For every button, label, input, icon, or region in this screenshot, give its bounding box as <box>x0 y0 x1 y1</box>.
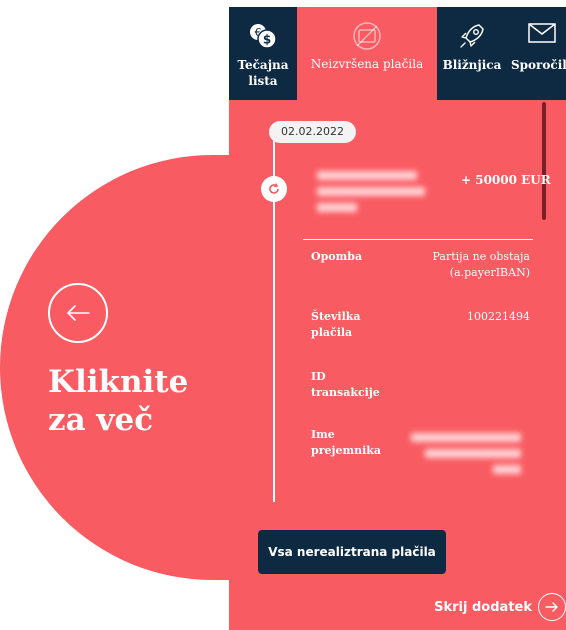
arrow-right-icon <box>538 593 566 621</box>
callout-text[interactable]: Kliknite za več <box>48 363 188 439</box>
date-badge: 02.02.2022 <box>269 121 356 143</box>
tab-label: Neizvršena plačila <box>310 57 424 71</box>
callout-panel[interactable]: Kliknite za več <box>0 155 230 580</box>
field-label-payment-number: Številka plačila <box>311 310 361 339</box>
widget-panel: € $ Tečajna lista Neizvršena plačila Bli… <box>229 7 566 630</box>
arrow-left-icon[interactable] <box>48 283 108 343</box>
transaction-amount: + 50000 EUR <box>461 173 551 187</box>
no-payment-icon <box>351 21 383 54</box>
tab-bar: € $ Tečajna lista Neizvršena plačila Bli… <box>229 7 566 100</box>
field-label-recipient-name: Ime prejemnika <box>311 428 382 457</box>
recipient-name-redacted <box>411 433 521 481</box>
currency-exchange-icon: € $ <box>247 21 279 54</box>
field-value-payment-number: 100221494 <box>467 310 530 323</box>
scrollbar[interactable] <box>542 102 546 220</box>
tab-messages[interactable]: Sporočila <box>507 7 566 100</box>
envelope-icon <box>527 21 557 48</box>
field-label-note: Opomba <box>311 250 363 263</box>
tab-label: Tečajna lista <box>237 58 289 88</box>
tab-exchange-rates[interactable]: € $ Tečajna lista <box>229 7 297 100</box>
all-unrealized-payments-button[interactable]: Vsa nerealiztrana plačila <box>258 530 446 574</box>
field-value-note: Partija ne obstaja (a.payerIBAN) <box>432 250 530 279</box>
tab-label: Sporočila <box>511 58 566 72</box>
rocket-icon <box>457 21 487 54</box>
tab-shortcut[interactable]: Bližnjica <box>437 7 507 100</box>
refresh-icon <box>261 176 287 202</box>
payer-details-redacted <box>317 171 427 219</box>
tab-unexecuted-payments[interactable]: Neizvršena plačila <box>297 7 437 100</box>
field-label-transaction-id: ID transakcije <box>311 370 380 399</box>
hide-addon-button[interactable]: Skrij dodatek <box>434 592 566 622</box>
divider <box>303 239 533 240</box>
tab-label: Bližnjica <box>442 58 502 72</box>
svg-text:$: $ <box>263 33 271 47</box>
hide-addon-label: Skrij dodatek <box>434 599 532 615</box>
